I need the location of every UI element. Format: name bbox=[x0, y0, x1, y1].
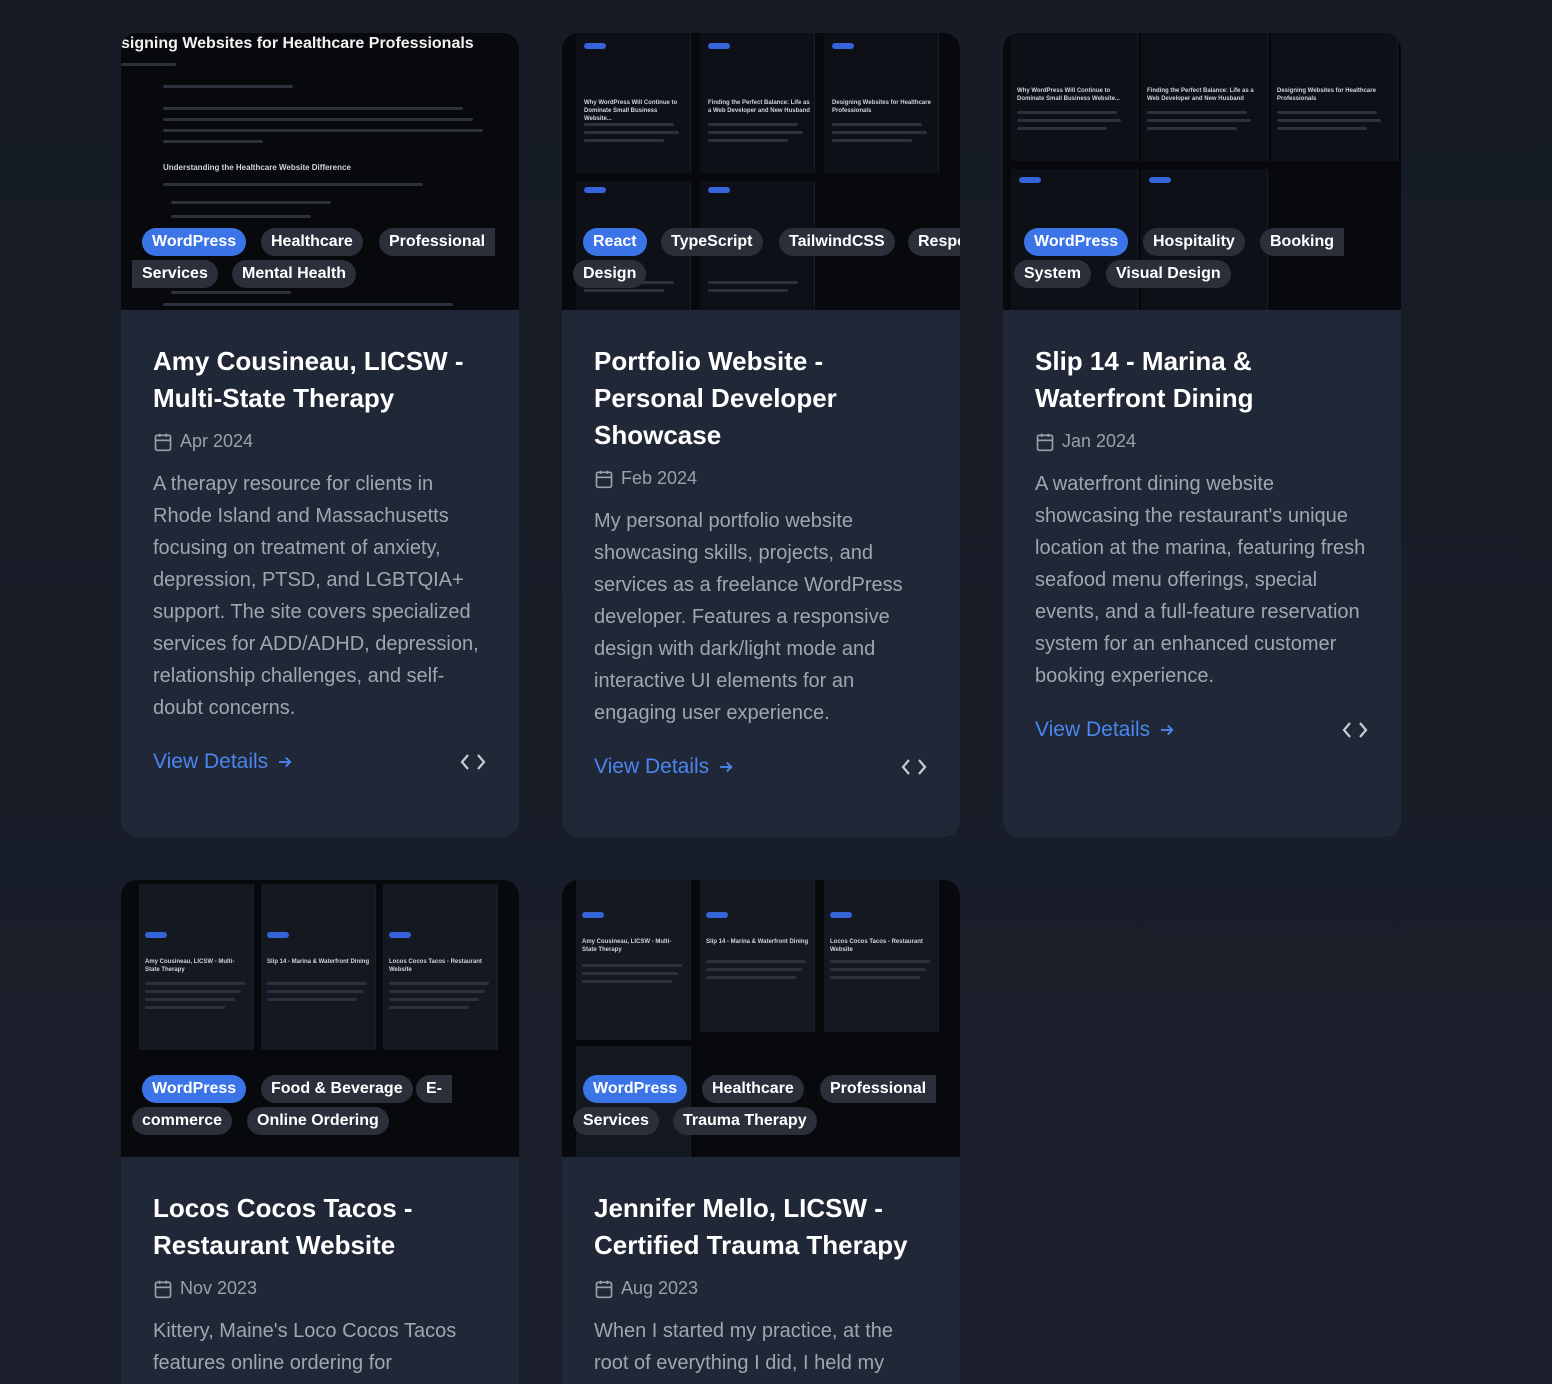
tag: Responsive bbox=[908, 228, 960, 256]
calendar-icon bbox=[595, 1280, 613, 1298]
project-description: A waterfront dining website showcasing t… bbox=[1035, 473, 1366, 687]
date-text: Feb 2024 bbox=[621, 468, 698, 488]
project-card: signing Websites for Healthcare Professi… bbox=[121, 33, 519, 837]
date-text: Nov 2023 bbox=[180, 1278, 258, 1298]
project-card: Why WordPress Will Continue to Dominate … bbox=[1003, 33, 1401, 837]
date-text: Jan 2024 bbox=[1062, 431, 1137, 451]
tag: Hospitality bbox=[1143, 228, 1245, 256]
thumbnail-title: signing Websites for Healthcare Professi… bbox=[121, 35, 474, 52]
tag: Food & Beverage bbox=[261, 1075, 413, 1103]
code-icon[interactable] bbox=[900, 756, 928, 778]
project-thumbnail: Amy Cousineau, LICSW - Multi-State Thera… bbox=[562, 880, 960, 1157]
project-date: Apr 2024 bbox=[153, 431, 487, 452]
project-description: My personal portfolio website showcasing… bbox=[594, 510, 903, 724]
thumbnail-heading: Locos Cocos Tacos - Restaurant Website bbox=[830, 939, 923, 953]
arrow-right-icon bbox=[279, 756, 292, 768]
project-date: Jan 2024 bbox=[1035, 431, 1369, 452]
tag: System bbox=[1014, 260, 1091, 288]
project-description: When I started my practice, at the root … bbox=[594, 1320, 894, 1374]
project-description: Kittery, Maine's Loco Cocos Tacos featur… bbox=[153, 1320, 457, 1374]
thumbnail-heading: Slip 14 - Marina & Waterfront Dining bbox=[267, 959, 370, 965]
project-date: Feb 2024 bbox=[594, 468, 928, 489]
tag: Mental Health bbox=[232, 260, 357, 288]
tag: WordPress bbox=[1024, 228, 1129, 256]
project-title: Portfolio Website - Personal Developer S… bbox=[594, 346, 837, 450]
view-details-label: View Details bbox=[153, 750, 269, 773]
tag: Services bbox=[132, 260, 218, 288]
tag: Professional bbox=[379, 228, 496, 256]
project-card: Amy Cousineau, LICSW - Multi-State Thera… bbox=[121, 880, 519, 1384]
thumbnail-heading: Amy Cousineau, LICSW - Multi-State Thera… bbox=[145, 959, 235, 973]
project-thumbnail: signing Websites for Healthcare Professi… bbox=[121, 33, 519, 310]
project-date: Aug 2023 bbox=[594, 1278, 928, 1299]
tag: Healthcare bbox=[702, 1075, 804, 1103]
view-details-label: View Details bbox=[1035, 718, 1151, 741]
thumbnail-heading: Designing Websites for Healthcare Profes… bbox=[1277, 88, 1376, 102]
tag: Healthcare bbox=[261, 228, 363, 256]
thumbnail-heading: Slip 14 - Marina & Waterfront Dining bbox=[706, 939, 809, 945]
tag: Design bbox=[573, 260, 647, 288]
projects-grid: signing Websites for Healthcare Professi… bbox=[0, 0, 1552, 1384]
project-date: Nov 2023 bbox=[153, 1278, 487, 1299]
tag: Booking bbox=[1260, 228, 1344, 256]
date-text: Aug 2023 bbox=[621, 1278, 699, 1298]
project-thumbnail: Amy Cousineau, LICSW - Multi-State Thera… bbox=[121, 880, 519, 1157]
view-details-link[interactable]: View Details bbox=[1035, 718, 1176, 742]
tag: Trauma Therapy bbox=[673, 1107, 817, 1135]
project-title: Amy Cousineau, LICSW - Multi-State Thera… bbox=[153, 346, 464, 413]
view-details-link[interactable]: View Details bbox=[153, 750, 294, 774]
thumbnail-heading: Designing Websites for Healthcare Profes… bbox=[832, 100, 931, 114]
tag: Professional bbox=[820, 1075, 937, 1103]
code-icon[interactable] bbox=[459, 751, 487, 773]
calendar-icon bbox=[595, 470, 613, 488]
tag: WordPress bbox=[142, 1075, 247, 1103]
thumbnail-heading: Locos Cocos Tacos - Restaurant Website bbox=[389, 959, 482, 973]
thumbnail-heading: Finding the Perfect Balance: Life as a W… bbox=[708, 100, 810, 114]
project-description: A therapy resource for clients in Rhode … bbox=[153, 473, 479, 719]
tag: E- bbox=[416, 1075, 452, 1103]
project-thumbnail: Why WordPress Will Continue to Dominate … bbox=[562, 33, 960, 310]
tag: commerce bbox=[132, 1107, 233, 1135]
project-card: Why WordPress Will Continue to Dominate … bbox=[562, 33, 960, 837]
arrow-right-icon bbox=[720, 761, 733, 773]
view-details-link[interactable]: View Details bbox=[594, 755, 735, 779]
project-title: Jennifer Mello, LICSW - Certified Trauma… bbox=[594, 1193, 908, 1260]
code-icon[interactable] bbox=[1341, 719, 1369, 741]
date-text: Apr 2024 bbox=[180, 431, 254, 451]
arrow-right-icon bbox=[1161, 724, 1174, 736]
tag: React bbox=[583, 228, 647, 256]
thumbnail-heading: Understanding the Healthcare Website Dif… bbox=[163, 163, 351, 172]
tag: WordPress bbox=[583, 1075, 688, 1103]
calendar-icon bbox=[154, 433, 172, 451]
tag: Visual Design bbox=[1106, 260, 1231, 288]
project-thumbnail: Why WordPress Will Continue to Dominate … bbox=[1003, 33, 1401, 310]
project-title: Slip 14 - Marina & Waterfront Dining bbox=[1035, 346, 1254, 413]
thumbnail-heading: Why WordPress Will Continue to Dominate … bbox=[584, 100, 678, 122]
calendar-icon bbox=[1036, 433, 1054, 451]
tag: WordPress bbox=[142, 228, 247, 256]
project-title: Locos Cocos Tacos - Restaurant Website bbox=[153, 1193, 413, 1260]
thumbnail-heading: Amy Cousineau, LICSW - Multi-State Thera… bbox=[582, 939, 672, 953]
tag: TailwindCSS bbox=[779, 228, 895, 256]
calendar-icon bbox=[154, 1280, 172, 1298]
tag: Online Ordering bbox=[247, 1107, 389, 1135]
tag: Services bbox=[573, 1107, 659, 1135]
view-details-label: View Details bbox=[594, 755, 710, 778]
project-card: Amy Cousineau, LICSW - Multi-State Thera… bbox=[562, 880, 960, 1384]
thumbnail-heading: Finding the Perfect Balance: Life as a W… bbox=[1147, 88, 1254, 102]
thumbnail-heading: Why WordPress Will Continue to Dominate … bbox=[1017, 88, 1120, 102]
tag: TypeScript bbox=[661, 228, 763, 256]
